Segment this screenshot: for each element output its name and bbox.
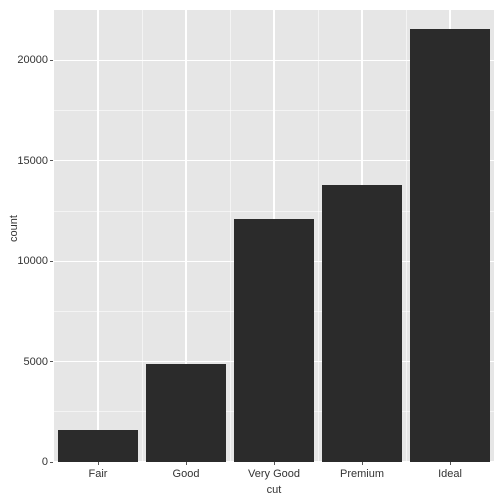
gridline-major	[97, 10, 98, 462]
y-tick-label: 15000	[17, 155, 48, 167]
x-tick-label: Ideal	[438, 468, 462, 480]
gridline-minor	[406, 10, 407, 462]
y-tick-label: 20000	[17, 54, 48, 66]
y-tick-label: 5000	[24, 356, 48, 368]
bar-very-good	[234, 219, 313, 462]
bar-ideal	[410, 29, 489, 462]
y-tick-mark	[50, 462, 53, 463]
y-tick-mark	[50, 160, 53, 161]
y-tick-label: 10000	[17, 255, 48, 267]
bar-good	[146, 364, 225, 462]
gridline-minor	[230, 10, 231, 462]
y-tick-mark	[50, 261, 53, 262]
gridline-minor	[142, 10, 143, 462]
x-tick-label: Very Good	[248, 468, 300, 480]
x-tick-mark	[362, 462, 363, 465]
x-axis-title: cut	[254, 484, 294, 496]
y-tick-label: 0	[42, 456, 48, 468]
y-axis-title: count	[8, 226, 20, 242]
x-tick-label: Good	[173, 468, 200, 480]
bar-premium	[322, 185, 401, 462]
y-tick-mark	[50, 60, 53, 61]
x-tick-label: Fair	[89, 468, 108, 480]
y-tick-mark	[50, 361, 53, 362]
x-tick-mark	[274, 462, 275, 465]
x-tick-mark	[98, 462, 99, 465]
x-tick-mark	[186, 462, 187, 465]
bar-fair	[58, 430, 137, 462]
bar-chart: 0 5000 10000 15000 20000 Fair Good Very Good Pr…	[0, 0, 504, 504]
x-tick-mark	[450, 462, 451, 465]
x-tick-label: Premium	[340, 468, 384, 480]
plot-panel	[54, 10, 494, 462]
gridline-minor	[318, 10, 319, 462]
